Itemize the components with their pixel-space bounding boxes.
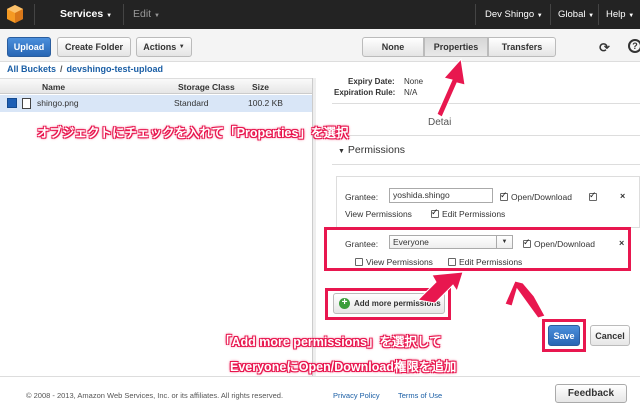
column-header-size[interactable]: Size [252,82,269,92]
breadcrumb: All Buckets / devshingo-test-upload [7,64,163,74]
file-name: shingo.png [37,98,79,108]
table-row[interactable]: shingo.png Standard 100.2 KB [0,95,312,112]
annotation-arrow [436,57,466,118]
chevron-down-icon: ▼ [536,13,543,19]
tab-properties[interactable]: Properties [424,37,488,57]
tab-transfers[interactable]: Transfers [488,37,556,57]
divider [332,103,640,104]
highlight-box [324,227,631,271]
open-download-permission[interactable]: Open/Download [500,190,572,202]
upload-button[interactable]: Upload [7,37,51,57]
grantee-input[interactable]: yoshida.shingo [389,188,493,203]
tab-none[interactable]: None [362,37,424,57]
plus-circle-icon: + [339,298,350,309]
services-menu[interactable]: Services ▼ [60,8,112,20]
checkbox-checked-icon[interactable] [589,190,597,201]
actions-label: Actions [143,42,177,52]
view-permissions-label: View Permissions [345,209,412,219]
divider [332,164,640,165]
aws-cube-logo-icon[interactable] [5,4,25,24]
footer: © 2008 - 2013, Amazon Web Services, Inc.… [0,376,640,407]
grantee-label: Grantee: [345,192,379,202]
top-navbar: Services ▼ Edit ▼ Dev Shingo ▼ Global ▼ … [0,0,640,29]
copyright-text: © 2008 - 2013, Amazon Web Services, Inc.… [26,391,284,400]
permissions-title: Permissions [347,144,406,156]
expiration-rule-value: N/A [404,88,418,97]
chevron-down-icon: ▼ [628,13,635,19]
breadcrumb-separator: / [60,64,63,74]
chevron-down-icon: ▼ [106,13,113,19]
chevron-down-icon: ▼ [178,44,185,50]
expiration-rule-label: Expiration Rule: [334,88,396,97]
checkbox-checked-icon[interactable] [431,207,439,218]
cancel-button[interactable]: Cancel [590,325,630,346]
terms-of-use-link[interactable]: Terms of Use [398,391,442,400]
file-icon [22,98,31,109]
region-menu[interactable]: Global ▼ [558,9,594,20]
details-section-header[interactable]: Detai [428,117,451,128]
column-header-name[interactable]: Name [42,82,65,92]
column-header-storage-class[interactable]: Storage Class [178,82,235,92]
row-checkbox[interactable] [7,98,17,108]
create-folder-button[interactable]: Create Folder [57,37,131,57]
triangle-down-icon: ▼ [338,148,345,155]
table-header: Name Storage Class Size [0,78,312,94]
actions-button[interactable]: Actions ▼ [136,37,192,57]
feedback-button[interactable]: Feedback [555,384,627,403]
user-menu[interactable]: Dev Shingo ▼ [485,9,543,20]
remove-grant-close-icon[interactable]: × [620,191,625,201]
annotation-step3: EveryoneにOpen/Download権限を追加 [230,360,457,374]
chevron-down-icon: ▼ [588,13,595,19]
chevron-down-icon: ▼ [154,13,160,19]
annotation-arrow [504,280,546,319]
annotation-step1: オブジェクトにチェックを入れて「Properties」を選択 [37,126,349,140]
breadcrumb-bucket[interactable]: devshingo-test-upload [67,64,164,74]
nav-divider [550,4,551,25]
edit-permissions-permission[interactable]: Edit Permissions [431,207,506,219]
nav-divider [475,4,476,25]
checkbox-checked-icon[interactable] [500,190,508,201]
privacy-policy-link[interactable]: Privacy Policy [333,391,380,400]
add-more-permissions-label: Add more permissions [354,299,441,308]
edit-menu[interactable]: Edit ▼ [133,8,160,20]
checkbox-checked-icon[interactable] [589,190,600,202]
annotation-step2: 「Add more permissions」を選択して [219,335,442,349]
file-size: 100.2 KB [248,98,283,108]
nav-divider [34,4,35,25]
nav-divider [598,4,599,25]
storage-class: Standard [174,98,209,108]
add-more-permissions-button[interactable]: + Add more permissions [333,293,445,314]
divider [332,135,640,136]
help-icon[interactable]: ? [628,39,640,53]
refresh-icon[interactable]: ⟳ [599,40,610,56]
edit-permissions-label: Edit Permissions [442,209,506,219]
expiry-date-value: None [404,77,424,86]
nav-divider [123,4,124,25]
open-download-label: Open/Download [511,192,572,202]
breadcrumb-all-buckets[interactable]: All Buckets [7,64,56,74]
permissions-section-header[interactable]: ▼ Permissions [338,144,405,156]
save-button[interactable]: Save [548,325,580,346]
expiry-date-label: Expiry Date: [348,77,395,86]
help-menu[interactable]: Help ▼ [606,9,634,20]
